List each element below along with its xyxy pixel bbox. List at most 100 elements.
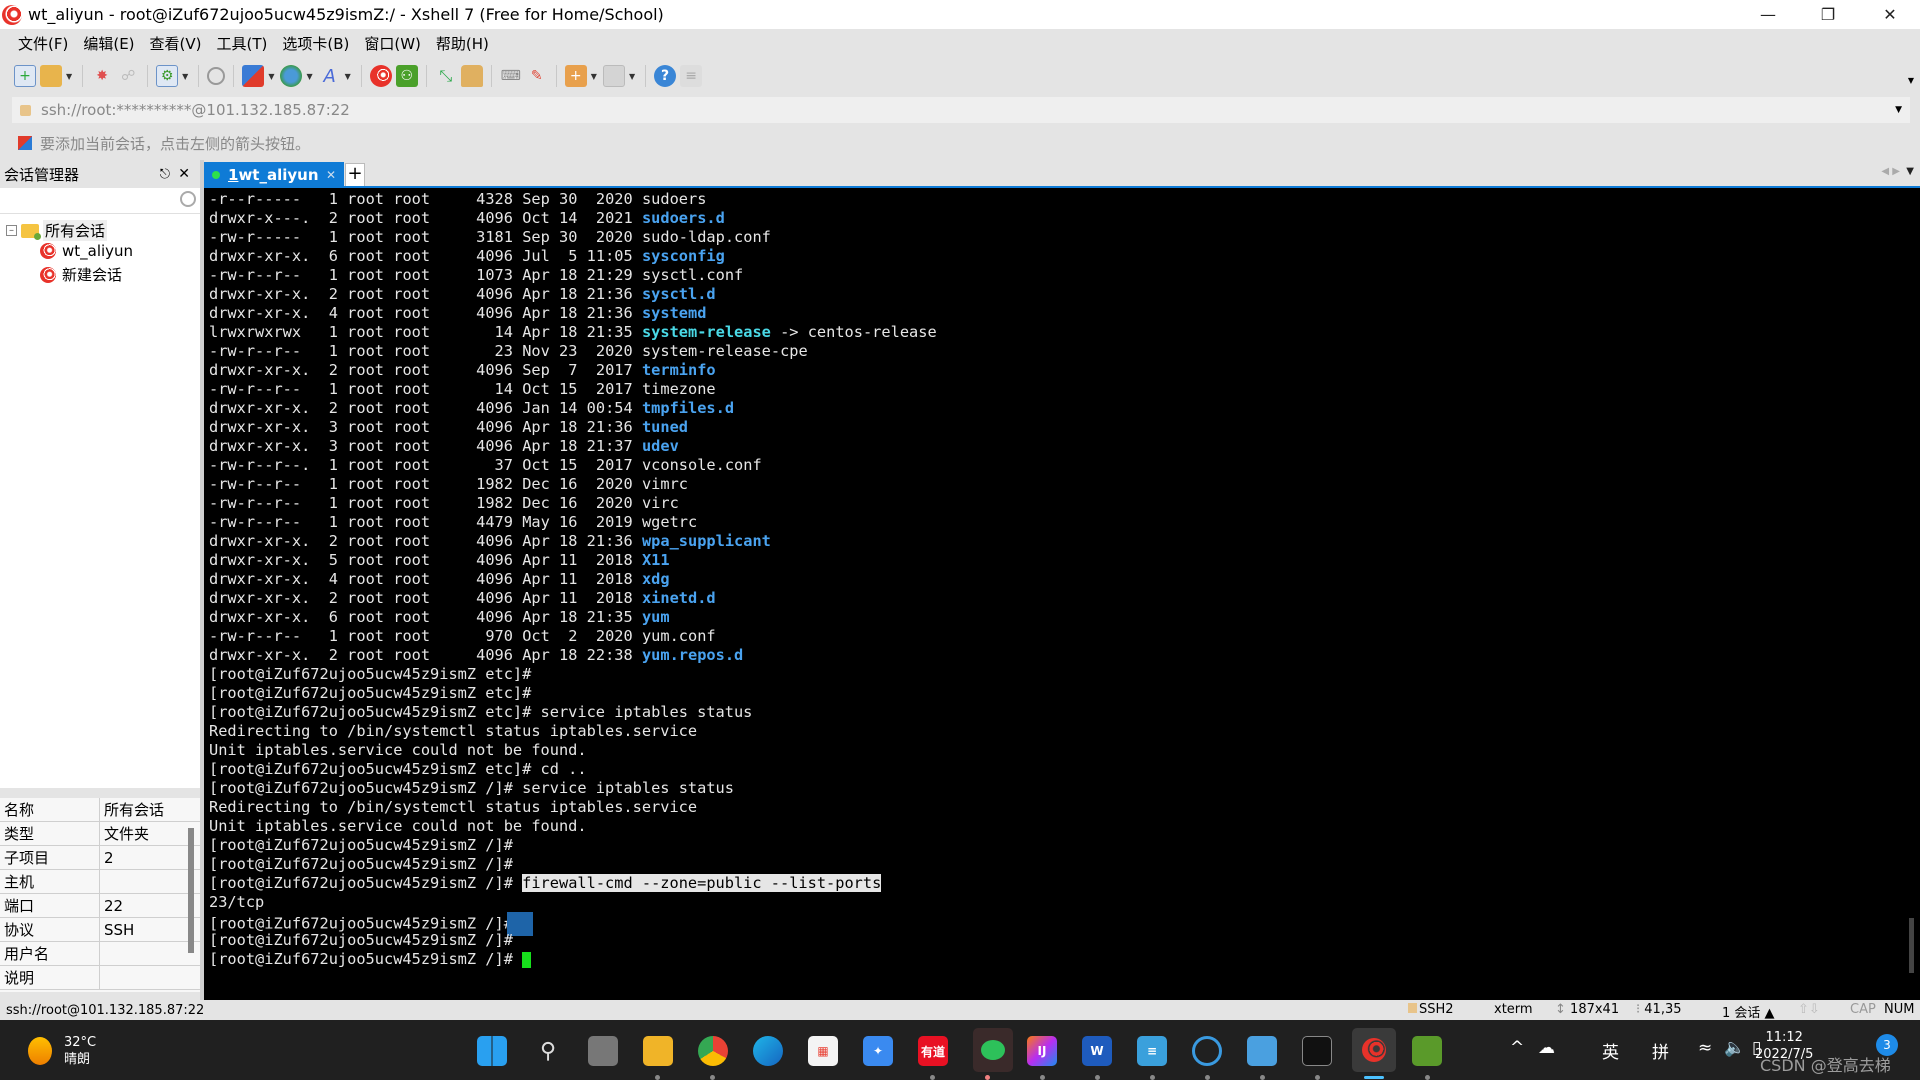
font-icon[interactable]: A bbox=[319, 65, 341, 87]
toolbar-overflow-icon[interactable]: ▼ bbox=[1908, 76, 1914, 85]
restore-button[interactable]: ❐ bbox=[1800, 0, 1856, 29]
feishu-icon[interactable]: ✦ bbox=[863, 1036, 893, 1066]
shell-command: service iptables status bbox=[512, 779, 734, 797]
transfer-icon[interactable] bbox=[242, 65, 265, 87]
close-button[interactable]: ✕ bbox=[1862, 0, 1918, 29]
start-icon[interactable] bbox=[477, 1036, 507, 1066]
open-folder-icon[interactable] bbox=[40, 65, 62, 87]
file-name: yum.repos.d bbox=[641, 646, 744, 664]
tab-close-icon[interactable]: ✕ bbox=[326, 168, 336, 182]
globe-icon[interactable] bbox=[280, 65, 303, 87]
store-icon[interactable]: ▦ bbox=[808, 1036, 838, 1066]
notepad-icon[interactable]: ≡ bbox=[1137, 1036, 1167, 1066]
property-row[interactable]: 用户名 bbox=[0, 942, 200, 966]
new-tab-button[interactable]: + bbox=[345, 163, 365, 187]
properties-icon[interactable]: ⚙ bbox=[156, 65, 179, 87]
add-session-arrow-icon[interactable] bbox=[18, 136, 32, 150]
disconnect-icon[interactable]: ☍ bbox=[117, 65, 139, 87]
property-row[interactable]: 名称 所有会话 bbox=[0, 798, 200, 822]
tree-item-wt-aliyun[interactable]: wt_aliyun bbox=[40, 242, 133, 260]
menu-tools[interactable]: 工具(T) bbox=[217, 33, 268, 54]
tab-wt-aliyun[interactable]: 1 wt_aliyun ✕ bbox=[204, 162, 344, 188]
ime-mode-icon[interactable]: 拼 bbox=[1652, 1038, 1669, 1063]
terminal-app-icon[interactable] bbox=[1302, 1036, 1332, 1066]
youdao-icon[interactable]: 有道 bbox=[918, 1036, 948, 1066]
find-icon[interactable] bbox=[207, 67, 226, 85]
layout-dropdown-icon[interactable]: ▼ bbox=[629, 72, 635, 81]
chrome-icon[interactable] bbox=[698, 1036, 728, 1066]
terminal[interactable]: -r--r----- 1 root root 4328 Sep 30 2020 … bbox=[204, 188, 1920, 1000]
globe-dropdown-icon[interactable]: ▼ bbox=[306, 72, 312, 81]
lock-icon[interactable] bbox=[460, 65, 483, 87]
file-explorer-icon[interactable] bbox=[643, 1036, 673, 1066]
intellij-icon[interactable]: IJ bbox=[1027, 1036, 1057, 1066]
file-permissions: drwxr-xr-x. bbox=[209, 532, 320, 550]
xftp-icon[interactable]: ⚇ bbox=[395, 65, 418, 87]
file-size: 4096 bbox=[476, 399, 513, 417]
scroll-arrows-icon[interactable]: ⇧⇩ bbox=[1798, 1002, 1820, 1017]
xftp-taskbar-icon[interactable] bbox=[1412, 1036, 1442, 1066]
volume-icon[interactable]: 🔈 bbox=[1724, 1038, 1745, 1058]
property-row[interactable]: 主机 bbox=[0, 870, 200, 894]
wechat-icon[interactable] bbox=[973, 1028, 1013, 1072]
menu-window[interactable]: 窗口(W) bbox=[364, 33, 421, 54]
close-panel-icon[interactable]: ✕ bbox=[178, 166, 190, 182]
control-panel-icon[interactable] bbox=[1247, 1036, 1277, 1066]
address-dropdown-icon[interactable]: ▼ bbox=[1895, 105, 1902, 115]
layout-icon[interactable] bbox=[602, 65, 625, 87]
menu-view[interactable]: 查看(V) bbox=[150, 33, 202, 54]
new-session-icon[interactable]: + bbox=[14, 65, 36, 87]
search-icon[interactable]: ⚲ bbox=[533, 1036, 563, 1066]
session-search-input[interactable] bbox=[0, 188, 200, 214]
status-sessions-label: 1 会话 bbox=[1722, 1006, 1761, 1021]
menu-tab[interactable]: 选项卡(B) bbox=[282, 33, 349, 54]
pin-icon[interactable]: ⎋ bbox=[160, 167, 170, 182]
tree-root-all-sessions[interactable]: – 所有会话 bbox=[6, 220, 108, 241]
font-dropdown-icon[interactable]: ▼ bbox=[345, 72, 351, 81]
help-icon[interactable]: ? bbox=[654, 65, 677, 87]
file-name: terminfo bbox=[641, 361, 716, 379]
onedrive-icon[interactable]: ☁ bbox=[1538, 1038, 1555, 1058]
file-links: 1 bbox=[328, 342, 338, 360]
property-row[interactable]: 类型 文件夹 bbox=[0, 822, 200, 846]
word-icon[interactable]: W bbox=[1082, 1036, 1112, 1066]
wifi-icon[interactable]: ≈ bbox=[1698, 1038, 1712, 1058]
new-folder-icon[interactable]: + bbox=[564, 65, 587, 87]
minimize-button[interactable]: — bbox=[1740, 0, 1796, 29]
fullscreen-icon[interactable]: ⤡ bbox=[435, 65, 457, 87]
tray-overflow-icon[interactable]: ^ bbox=[1510, 1038, 1524, 1058]
keyboard-icon[interactable]: ⌨ bbox=[500, 65, 522, 87]
address-bar[interactable]: ssh://root:**********@101.132.185.87:22 … bbox=[12, 97, 1910, 123]
tree-item-new-session[interactable]: 新建会话 bbox=[40, 264, 122, 285]
file-size: 4096 bbox=[476, 285, 513, 303]
terminal-output: Redirecting to /bin/systemctl status ipt… bbox=[209, 798, 698, 816]
edge-icon[interactable] bbox=[753, 1036, 783, 1066]
xshell-taskbar-icon[interactable] bbox=[1352, 1028, 1396, 1072]
transfer-dropdown-icon[interactable]: ▼ bbox=[268, 72, 274, 81]
property-row[interactable]: 子项目 2 bbox=[0, 846, 200, 870]
ime-language-icon[interactable]: 英 bbox=[1602, 1038, 1619, 1063]
highlight-icon[interactable]: ✎ bbox=[526, 65, 548, 87]
status-sessions[interactable]: 1 会话 ▲ bbox=[1722, 1002, 1775, 1021]
search-icon[interactable] bbox=[180, 191, 196, 207]
menu-help[interactable]: 帮助(H) bbox=[436, 33, 489, 54]
properties-scrollbar[interactable] bbox=[188, 828, 194, 953]
menu-edit[interactable]: 编辑(E) bbox=[83, 33, 134, 54]
task-view-icon[interactable] bbox=[588, 1036, 618, 1066]
chat-icon[interactable]: ≡ bbox=[680, 65, 703, 87]
property-row[interactable]: 协议 SSH bbox=[0, 918, 200, 942]
weather-widget[interactable]: 32°C 晴朗 bbox=[28, 1034, 96, 1068]
menu-file[interactable]: 文件(F) bbox=[18, 33, 68, 54]
tab-navigation[interactable]: ◀ ▶ ▼ bbox=[1881, 166, 1914, 177]
open-dropdown-icon[interactable]: ▼ bbox=[66, 72, 72, 81]
app-circles-icon[interactable] bbox=[1192, 1036, 1222, 1066]
new-folder-dropdown-icon[interactable]: ▼ bbox=[591, 72, 597, 81]
property-row[interactable]: 说明 bbox=[0, 966, 200, 990]
terminal-scrollbar[interactable] bbox=[1909, 918, 1914, 973]
collapse-icon[interactable]: – bbox=[6, 225, 17, 236]
address-input[interactable]: ssh://root:**********@101.132.185.87:22 bbox=[41, 101, 350, 119]
reconnect-icon[interactable]: ✸ bbox=[91, 65, 113, 87]
xshell-icon[interactable] bbox=[369, 65, 392, 87]
properties-dropdown-icon[interactable]: ▼ bbox=[182, 72, 188, 81]
property-row[interactable]: 端口 22 bbox=[0, 894, 200, 918]
